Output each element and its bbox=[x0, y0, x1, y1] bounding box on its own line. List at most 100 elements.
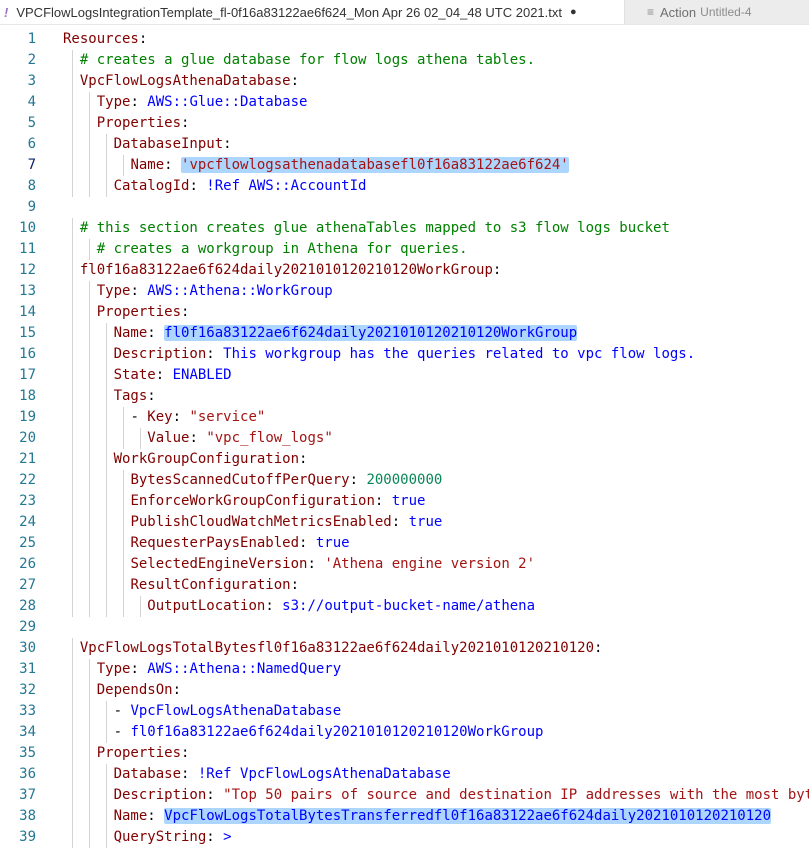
code-text: SelectedEngineVersion: 'Athena engine ve… bbox=[63, 554, 535, 575]
line-number: 9 bbox=[27, 199, 36, 215]
code-line[interactable]: 20 Value: "vpc_flow_logs" bbox=[0, 428, 809, 449]
code-token: # creates a workgroup in Athena for quer… bbox=[96, 241, 468, 257]
code-line[interactable]: 27 ResultConfiguration: bbox=[0, 575, 809, 596]
code-text: Name: VpcFlowLogsTotalBytesTransferredfl… bbox=[63, 806, 772, 827]
code-line[interactable]: 25 RequesterPaysEnabled: true bbox=[0, 533, 809, 554]
code-line[interactable]: 28 OutputLocation: s3://output-bucket-na… bbox=[0, 596, 809, 617]
code-token: Key bbox=[147, 409, 173, 425]
code-text: # creates a glue database for flow logs … bbox=[63, 50, 535, 71]
tab-action-untitled-4[interactable]: ≡ Action Untitled-4 bbox=[624, 0, 809, 24]
code-line[interactable]: 6 DatabaseInput: bbox=[0, 134, 809, 155]
code-token: Properties bbox=[96, 115, 182, 131]
code-line[interactable]: 37 Description: "Top 50 pairs of source … bbox=[0, 785, 809, 806]
unsaved-dot-icon[interactable]: ● bbox=[570, 6, 577, 18]
code-token: : bbox=[349, 472, 367, 488]
code-line[interactable]: 23 EnforceWorkGroupConfiguration: true bbox=[0, 491, 809, 512]
line-number: 34 bbox=[19, 724, 36, 740]
code-line[interactable]: 39 QueryString: > bbox=[0, 827, 809, 848]
code-token: > bbox=[223, 829, 232, 845]
code-token: VpcFlowLogsAthenaDatabase bbox=[79, 73, 291, 89]
code-token: : bbox=[290, 577, 300, 593]
code-editor[interactable]: 1 Resources: 2 # creates a glue database f… bbox=[0, 29, 809, 848]
line-number: 16 bbox=[19, 346, 36, 362]
code-line[interactable]: 24 PublishCloudWatchMetricsEnabled: true bbox=[0, 512, 809, 533]
code-token: Description bbox=[113, 346, 207, 362]
code-token: : bbox=[290, 73, 300, 89]
highlighted-token: 'vpcflowlogsathenadatabasefl0f16a83122ae… bbox=[181, 157, 569, 173]
code-text: State: ENABLED bbox=[63, 365, 232, 386]
code-text: VpcFlowLogsAthenaDatabase: bbox=[63, 71, 299, 92]
code-line[interactable]: 31 Type: AWS::Athena::NamedQuery bbox=[0, 659, 809, 680]
tab-label: Action bbox=[660, 4, 697, 20]
code-line[interactable]: 5 Properties: bbox=[0, 113, 809, 134]
code-line[interactable]: 2 # creates a glue database for flow log… bbox=[0, 50, 809, 71]
code-token: s3://output-bucket-name/athena bbox=[282, 598, 536, 614]
code-line[interactable]: 15 Name: fl0f16a83122ae6f624daily2021010… bbox=[0, 323, 809, 344]
code-line[interactable]: 14 Properties: bbox=[0, 302, 809, 323]
code-token: Properties bbox=[96, 304, 182, 320]
line-number: 23 bbox=[19, 493, 36, 509]
code-line[interactable]: 35 Properties: bbox=[0, 743, 809, 764]
code-line[interactable]: 8 CatalogId: !Ref AWS::AccountId bbox=[0, 176, 809, 197]
code-line[interactable]: 10 # this section creates glue athenaTab… bbox=[0, 218, 809, 239]
code-token: : bbox=[299, 451, 308, 467]
code-text: Name: 'vpcflowlogsathenadatabasefl0f16a8… bbox=[63, 155, 569, 176]
code-text: Value: "vpc_flow_logs" bbox=[63, 428, 332, 449]
code-line[interactable]: 36 Database: !Ref VpcFlowLogsAthenaDatab… bbox=[0, 764, 809, 785]
code-token: Description bbox=[113, 787, 207, 803]
code-line[interactable]: 33 - VpcFlowLogsAthenaDatabase bbox=[0, 701, 809, 722]
code-text: - VpcFlowLogsAthenaDatabase bbox=[63, 701, 342, 722]
code-token: : bbox=[147, 388, 156, 404]
code-line[interactable]: 32 DependsOn: bbox=[0, 680, 809, 701]
code-line[interactable]: 13 Type: AWS::Athena::WorkGroup bbox=[0, 281, 809, 302]
code-line[interactable]: 38 Name: VpcFlowLogsTotalBytesTransferre… bbox=[0, 806, 809, 827]
code-token: Type bbox=[96, 283, 131, 299]
code-token: : bbox=[307, 556, 325, 572]
code-line[interactable]: 4 Type: AWS::Glue::Database bbox=[0, 92, 809, 113]
code-token: AWS::Glue::Database bbox=[147, 94, 308, 110]
code-line[interactable]: 9 bbox=[0, 197, 809, 218]
code-line[interactable]: 7 Name: 'vpcflowlogsathenadatabasefl0f16… bbox=[0, 155, 809, 176]
code-text: OutputLocation: s3://output-bucket-name/… bbox=[63, 596, 535, 617]
line-number: 32 bbox=[19, 682, 36, 698]
code-line[interactable]: 17 State: ENABLED bbox=[0, 365, 809, 386]
line-number: 7 bbox=[27, 157, 36, 173]
line-number: 37 bbox=[19, 787, 36, 803]
code-token: : bbox=[130, 283, 148, 299]
tab-vpcflowlogs-template[interactable]: ! VPCFlowLogsIntegrationTemplate_fl-0f16… bbox=[0, 0, 624, 24]
code-line[interactable]: 26 SelectedEngineVersion: 'Athena engine… bbox=[0, 554, 809, 575]
code-token: : bbox=[155, 367, 173, 383]
code-line[interactable]: 12 fl0f16a83122ae6f624daily2021010120210… bbox=[0, 260, 809, 281]
code-token: State bbox=[113, 367, 156, 383]
code-line[interactable]: 1 Resources: bbox=[0, 29, 809, 50]
code-line[interactable]: 34 - fl0f16a83122ae6f624daily20210101202… bbox=[0, 722, 809, 743]
code-text: ResultConfiguration: bbox=[63, 575, 299, 596]
code-token: BytesScannedCutoffPerQuery bbox=[130, 472, 350, 488]
code-token: EnforceWorkGroupConfiguration bbox=[130, 493, 375, 509]
code-token: - bbox=[113, 724, 131, 740]
line-number: 21 bbox=[19, 451, 36, 467]
code-line[interactable]: 16 Description: This workgroup has the q… bbox=[0, 344, 809, 365]
code-line[interactable]: 21 WorkGroupConfiguration: bbox=[0, 449, 809, 470]
code-line[interactable]: 30 VpcFlowLogsTotalBytesfl0f16a83122ae6f… bbox=[0, 638, 809, 659]
code-line[interactable]: 29 bbox=[0, 617, 809, 638]
code-line[interactable]: 19 - Key: "service" bbox=[0, 407, 809, 428]
code-text: # this section creates glue athenaTables… bbox=[63, 218, 670, 239]
code-line[interactable]: 22 BytesScannedCutoffPerQuery: 200000000 bbox=[0, 470, 809, 491]
code-token: fl0f16a83122ae6f624daily2021010120210120… bbox=[130, 724, 544, 740]
code-token: Tags bbox=[113, 388, 148, 404]
code-line[interactable]: 18 Tags: bbox=[0, 386, 809, 407]
code-line[interactable]: 3 VpcFlowLogsAthenaDatabase: bbox=[0, 71, 809, 92]
code-token: : bbox=[181, 304, 190, 320]
code-line[interactable]: 11 # creates a workgroup in Athena for q… bbox=[0, 239, 809, 260]
